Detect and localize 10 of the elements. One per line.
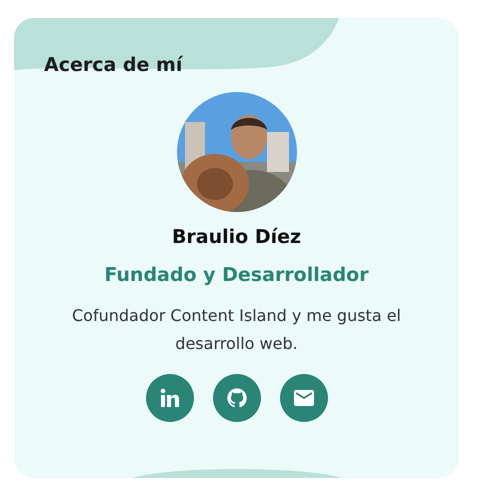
email-button[interactable] bbox=[280, 374, 328, 422]
bio-text: Cofundador Content Island y me gusta el desarrollo web. bbox=[70, 305, 402, 355]
github-icon bbox=[226, 387, 248, 409]
section-title: Acerca de mí bbox=[44, 54, 182, 76]
person-name: Braulio Díez bbox=[172, 226, 302, 248]
github-button[interactable] bbox=[212, 374, 260, 422]
envelope-icon bbox=[294, 390, 314, 406]
linkedin-icon bbox=[160, 388, 180, 408]
job-title: Fundado y Desarrollador bbox=[104, 264, 369, 286]
linkedin-button[interactable] bbox=[146, 374, 194, 422]
